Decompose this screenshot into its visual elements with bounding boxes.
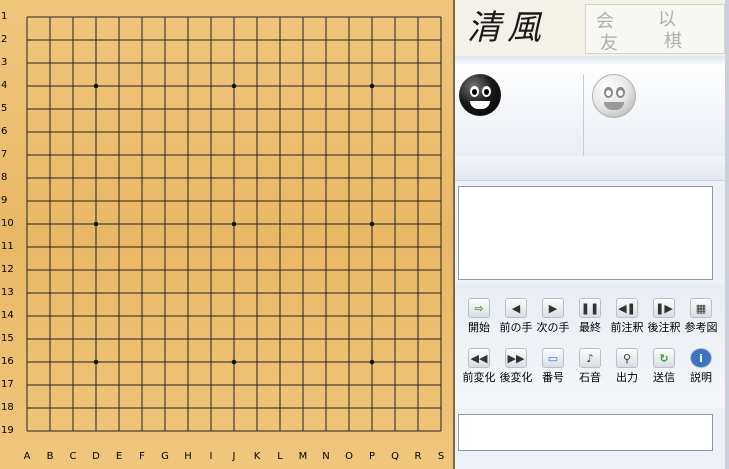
next-comment-button[interactable]: ❚▶ 後注釈 bbox=[645, 298, 683, 342]
magnifier-button[interactable]: ⚲ 出力 bbox=[608, 348, 646, 392]
send-button[interactable]: ↻ 送信 bbox=[645, 348, 683, 392]
logo-char: 棋 bbox=[664, 31, 682, 52]
previous-comment-icon: ◀❚ bbox=[616, 298, 638, 318]
board-frame bbox=[0, 0, 455, 469]
reference-diagram-icon: ▦ bbox=[690, 298, 712, 318]
comment-box[interactable] bbox=[458, 186, 713, 280]
side-panel: 清風 会 以 友 棋 ⇨ 開始 ◀ 前の手 ▶ 次の手 ❚❚ 最終 ◀❚ 前注釈 ❚▶ 後注釈 ▦ 参考図… bbox=[455, 0, 729, 469]
black-stone-face-icon bbox=[459, 74, 501, 116]
info-button[interactable]: i 説明 bbox=[682, 348, 720, 392]
app-title: 清風 bbox=[467, 8, 547, 48]
go-board[interactable]: 1 2 3 4 5 6 7 8 9 10 11 12 13 14 15 16 17 18 19 ABCDEFGHIJ… bbox=[0, 0, 455, 469]
previous-move-button[interactable]: ◀ 前の手 bbox=[497, 298, 535, 342]
player-bar-top bbox=[455, 56, 729, 64]
info-icon: i bbox=[690, 348, 712, 368]
start-button[interactable]: ⇨ 開始 bbox=[460, 298, 498, 342]
info-strip bbox=[455, 156, 729, 181]
next-move-icon: ▶ bbox=[542, 298, 564, 318]
send-icon: ↻ bbox=[653, 348, 675, 368]
previous-variation-button[interactable]: ◀◀ 前変化 bbox=[460, 348, 498, 392]
pause-icon: ❚❚ bbox=[579, 298, 601, 318]
number-display-button[interactable]: ▭ 番号 bbox=[534, 348, 572, 392]
stone-sound-button[interactable]: ♪ 石音 bbox=[571, 348, 609, 392]
players-area bbox=[455, 64, 729, 157]
previous-variation-icon: ◀◀ bbox=[468, 348, 490, 368]
stone-sound-icon: ♪ bbox=[579, 348, 601, 368]
status-box[interactable] bbox=[458, 414, 713, 451]
previous-move-icon: ◀ bbox=[505, 298, 527, 318]
pause-button[interactable]: ❚❚ 最終 bbox=[571, 298, 609, 342]
start-icon: ⇨ bbox=[468, 298, 490, 318]
reference-diagram-button[interactable]: ▦ 参考図 bbox=[682, 298, 720, 342]
magnifier-icon: ⚲ bbox=[616, 348, 638, 368]
next-comment-icon: ❚▶ bbox=[653, 298, 675, 318]
previous-comment-button[interactable]: ◀❚ 前注釈 bbox=[608, 298, 646, 342]
button-label: 説明 bbox=[690, 371, 712, 384]
white-stone-face-icon bbox=[592, 74, 636, 118]
logo-image: 会 以 友 棋 bbox=[585, 4, 725, 54]
button-label: 参考図 bbox=[684, 321, 718, 334]
number-display-icon: ▭ bbox=[542, 348, 564, 368]
next-move-button[interactable]: ▶ 次の手 bbox=[534, 298, 572, 342]
next-variation-button[interactable]: ▶▶ 後変化 bbox=[497, 348, 535, 392]
panel-border bbox=[725, 0, 729, 469]
next-variation-icon: ▶▶ bbox=[505, 348, 527, 368]
header: 清風 会 以 友 棋 bbox=[455, 0, 729, 56]
logo-char: 友 bbox=[600, 33, 618, 54]
